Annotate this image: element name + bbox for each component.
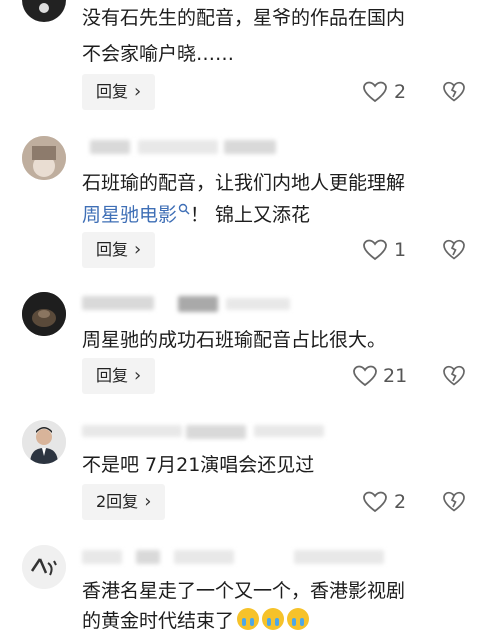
reply-button[interactable]: 2回复 › (82, 484, 166, 520)
avatar[interactable] (22, 136, 66, 180)
comment-text: ！ 锦上又添花 (190, 204, 311, 226)
search-icon[interactable] (178, 203, 190, 215)
username-blurred[interactable] (82, 423, 342, 443)
chevron-right-icon: › (144, 491, 152, 512)
topic-link[interactable]: 周星驰电影 (82, 204, 177, 226)
broken-heart-outline-icon[interactable] (442, 80, 466, 104)
like-count: 2 (394, 81, 407, 103)
broken-heart-outline-icon[interactable] (442, 364, 466, 388)
comment-text-line: 周星驰的成功石班瑜配音占比很大。 (82, 329, 387, 351)
comment-text-line: 香港名星走了一个又一个，香港影视剧 (82, 580, 406, 602)
reply-button[interactable]: 回复 › (82, 232, 156, 268)
crying-face-icon (237, 608, 260, 630)
comment-text-line: 没有石先生的配音，星爷的作品在国内 (82, 7, 406, 29)
comment-text-line: 石班瑜的配音，让我们内地人更能理解 (82, 168, 405, 198)
comment-text-line: 的黄金时代结束了 (82, 606, 310, 636)
heart-outline-icon[interactable] (362, 490, 388, 514)
avatar[interactable] (22, 292, 66, 336)
reply-button[interactable]: 回复 › (82, 74, 156, 110)
avatar[interactable] (22, 0, 66, 22)
heart-outline-icon[interactable] (362, 238, 388, 262)
chevron-right-icon: › (134, 365, 142, 386)
reply-label: 回复 (96, 366, 129, 385)
username-blurred[interactable] (82, 548, 402, 568)
username-blurred[interactable] (82, 294, 302, 314)
crying-face-icon (287, 608, 310, 630)
comment-text-line: 不会家喻户晓…… (82, 43, 235, 65)
avatar[interactable] (22, 545, 66, 589)
comment-text: 的黄金时代结束了 (82, 610, 235, 632)
chevron-right-icon: › (134, 239, 142, 260)
heart-outline-icon[interactable] (362, 80, 388, 104)
comment-text-line: 周星驰电影 ！ 锦上又添花 (82, 200, 310, 230)
broken-heart-outline-icon[interactable] (442, 238, 466, 262)
comment-text-line: 不是吧 7月21演唱会还见过 (82, 454, 315, 476)
reply-label: 2回复 (96, 492, 139, 511)
heart-outline-icon[interactable] (352, 364, 378, 388)
like-count: 1 (394, 239, 407, 261)
crying-face-icon (262, 608, 285, 630)
like-count: 21 (383, 365, 408, 387)
reply-button[interactable]: 回复 › (82, 358, 156, 394)
avatar[interactable] (22, 420, 66, 464)
comment-text: 石班瑜的配音，让我们内地人更能理解 (82, 172, 406, 194)
chevron-right-icon: › (134, 81, 142, 102)
broken-heart-outline-icon[interactable] (442, 490, 466, 514)
username-blurred[interactable] (82, 138, 282, 158)
reply-label: 回复 (96, 82, 129, 101)
reply-label: 回复 (96, 240, 129, 259)
like-count: 2 (394, 491, 407, 513)
